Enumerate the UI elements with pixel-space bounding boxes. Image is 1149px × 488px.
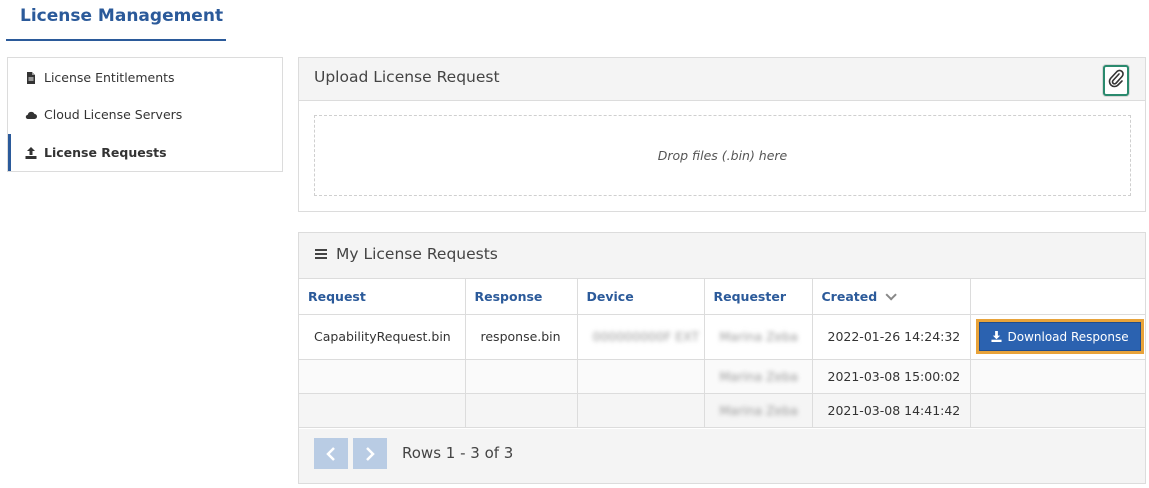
table-row: Marina Zeba 2021-03-08 15:00:02: [299, 359, 1145, 394]
table-row: Marina Zeba 2021-03-08 14:41:42: [299, 393, 1145, 428]
dropzone-text: Drop files (.bin) here: [657, 148, 788, 163]
download-response-label: Download Response: [1007, 329, 1129, 344]
sidebar-item-license-entitlements[interactable]: License Entitlements: [8, 59, 282, 96]
column-header-requester[interactable]: Requester: [704, 279, 813, 315]
attach-file-button[interactable]: [1103, 65, 1129, 96]
cell-device: [577, 393, 705, 428]
cell-device: 000000000F EXT: [577, 314, 705, 360]
pagination-bar: Rows 1 - 3 of 3: [299, 429, 1145, 483]
cell-request: [299, 359, 466, 394]
cell-created: 2022-01-26 14:24:32: [812, 314, 971, 360]
column-header-actions: [970, 279, 1145, 315]
upload-panel: Upload License Request Drop files (.bin)…: [298, 57, 1146, 212]
cell-requester: Marina Zeba: [704, 359, 813, 394]
prev-page-button[interactable]: [314, 438, 348, 469]
download-response-button[interactable]: Download Response: [978, 322, 1141, 351]
cell-response: [465, 359, 578, 394]
cell-request: CapabilityRequest.bin: [299, 314, 466, 360]
cell-requester: Marina Zeba: [704, 393, 813, 428]
cell-response: response.bin: [465, 314, 578, 360]
document-icon: [25, 71, 37, 84]
file-dropzone[interactable]: Drop files (.bin) here: [314, 115, 1131, 196]
column-header-device[interactable]: Device: [577, 279, 705, 315]
cell-request: [299, 393, 466, 428]
list-icon: [315, 247, 327, 261]
table-row: CapabilityRequest.bin response.bin 00000…: [299, 314, 1145, 360]
sidebar-item-label: Cloud License Servers: [44, 107, 183, 122]
next-page-button[interactable]: [353, 438, 387, 469]
cell-response: [465, 393, 578, 428]
cell-requester: Marina Zeba: [704, 314, 813, 360]
title-underline: [6, 39, 226, 41]
requests-table: Request Response Device Requester Create…: [299, 279, 1145, 428]
sidebar: License Entitlements Cloud License Serve…: [7, 57, 283, 172]
cell-device: [577, 359, 705, 394]
sidebar-item-cloud-license-servers[interactable]: Cloud License Servers: [8, 96, 282, 133]
sidebar-item-license-requests[interactable]: License Requests: [8, 134, 282, 171]
sidebar-item-label: License Entitlements: [44, 70, 175, 85]
page-title: License Management: [20, 6, 224, 26]
cloud-icon: [25, 109, 37, 121]
requests-panel-title: My License Requests: [336, 245, 498, 263]
cell-action: Download Response: [970, 314, 1145, 360]
download-icon: [990, 331, 1002, 342]
pagination-status: Rows 1 - 3 of 3: [402, 444, 514, 462]
chevron-left-icon: [326, 446, 335, 461]
requests-panel-header: My License Requests: [299, 233, 1145, 279]
chevron-right-icon: [366, 446, 375, 461]
cell-action: [970, 359, 1145, 394]
upload-panel-title: Upload License Request: [314, 68, 500, 86]
cell-created: 2021-03-08 15:00:02: [812, 359, 971, 394]
sidebar-item-label: License Requests: [44, 145, 167, 160]
column-header-request[interactable]: Request: [299, 279, 466, 315]
upload-panel-header: Upload License Request: [299, 58, 1145, 101]
column-header-response[interactable]: Response: [465, 279, 578, 315]
requests-panel: My License Requests Request Response Dev…: [298, 232, 1146, 484]
paperclip-icon: [1108, 69, 1124, 93]
cell-action: [970, 393, 1145, 428]
cell-created: 2021-03-08 14:41:42: [812, 393, 971, 428]
sort-chevron-down-icon: [885, 288, 897, 301]
upload-icon: [25, 146, 37, 159]
column-header-created[interactable]: Created: [812, 279, 971, 315]
